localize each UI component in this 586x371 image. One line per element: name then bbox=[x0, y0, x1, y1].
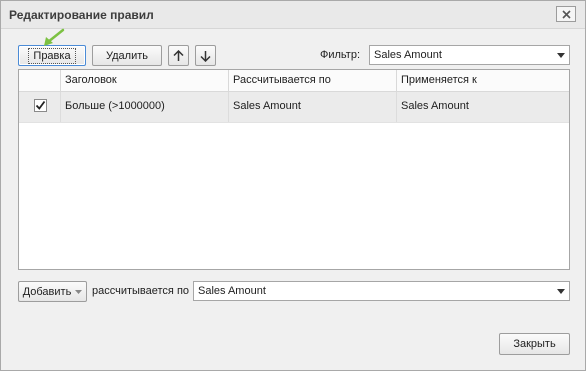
window-title: Редактирование правил bbox=[9, 8, 154, 22]
add-rule-dropdown-button[interactable]: Добавить bbox=[18, 281, 87, 302]
filter-select[interactable]: Sales Amount bbox=[369, 45, 570, 65]
row-applies-to-cell[interactable]: Sales Amount bbox=[397, 92, 569, 122]
arrow-up-icon bbox=[173, 49, 184, 61]
column-header-check[interactable] bbox=[19, 70, 61, 91]
close-button[interactable]: Закрыть bbox=[499, 333, 570, 355]
close-button-label: Закрыть bbox=[513, 338, 556, 350]
column-header-applies-to[interactable]: Применяется к bbox=[397, 70, 569, 91]
title-bar: Редактирование правил bbox=[1, 1, 585, 29]
edit-rules-dialog: Редактирование правил Правка Удалить Фил… bbox=[0, 0, 586, 371]
filter-value: Sales Amount bbox=[374, 49, 442, 61]
checkmark-icon bbox=[35, 100, 46, 110]
add-button-label: Добавить bbox=[22, 285, 72, 298]
calculated-by-value: Sales Amount bbox=[198, 285, 266, 297]
close-window-button[interactable] bbox=[556, 6, 576, 22]
edit-button[interactable]: Правка bbox=[18, 45, 86, 66]
move-up-button[interactable] bbox=[168, 45, 189, 66]
rules-grid: Заголовок Рассчитывается по Применяется … bbox=[18, 69, 570, 270]
annotation-arrow-icon bbox=[44, 28, 65, 46]
grid-header: Заголовок Рассчитывается по Применяется … bbox=[19, 70, 569, 92]
edit-button-label: Правка bbox=[28, 47, 76, 64]
chevron-down-icon bbox=[553, 52, 569, 58]
calculated-by-select[interactable]: Sales Amount bbox=[193, 281, 570, 301]
filter-label: Фильтр: bbox=[320, 49, 361, 61]
table-row[interactable]: Больше (>1000000) Sales Amount Sales Amo… bbox=[19, 92, 569, 123]
row-calculated-by-cell[interactable]: Sales Amount bbox=[229, 92, 397, 122]
column-header-title[interactable]: Заголовок bbox=[61, 70, 229, 91]
move-down-button[interactable] bbox=[195, 45, 216, 66]
delete-button-label: Удалить bbox=[106, 49, 148, 62]
rule-enabled-checkbox[interactable] bbox=[34, 99, 47, 112]
delete-button[interactable]: Удалить bbox=[92, 45, 162, 66]
calculated-by-label: рассчитывается по bbox=[92, 285, 190, 297]
close-icon bbox=[561, 9, 571, 19]
row-check-cell[interactable] bbox=[19, 92, 61, 122]
arrow-down-icon bbox=[200, 50, 211, 62]
column-header-calculated-by[interactable]: Рассчитывается по bbox=[229, 70, 397, 91]
row-title-cell[interactable]: Больше (>1000000) bbox=[61, 92, 229, 122]
chevron-down-icon bbox=[75, 289, 83, 294]
chevron-down-icon bbox=[553, 288, 569, 294]
